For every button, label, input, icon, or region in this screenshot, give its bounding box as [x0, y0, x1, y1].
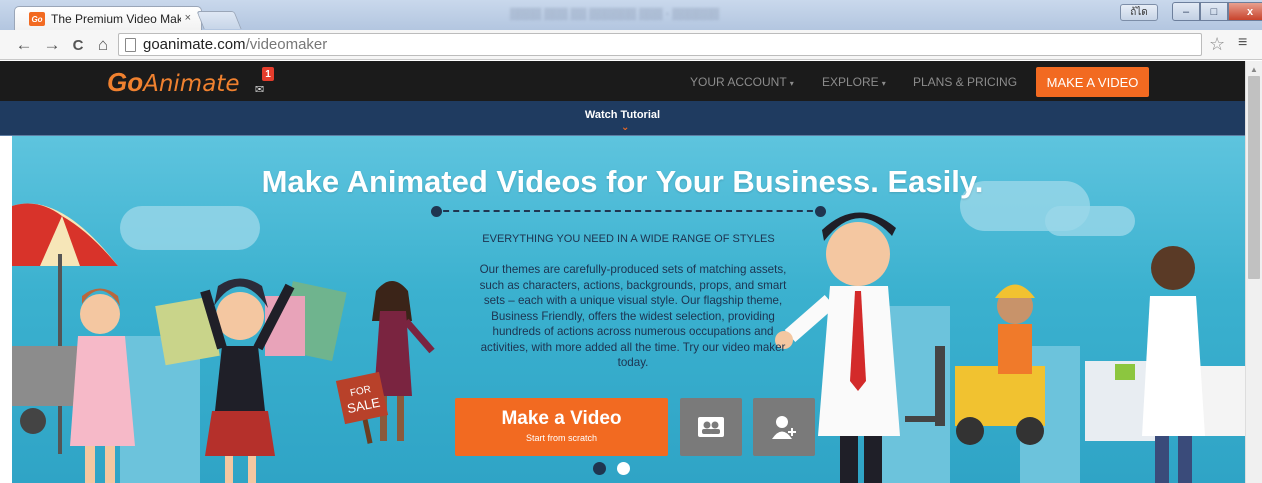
profile-button[interactable]: ถ้ได: [1120, 4, 1158, 21]
minimize-button[interactable]: –: [1172, 2, 1200, 21]
browser-toolbar: ← → C ⌂ goanimate.com/videomaker ☆ ≡: [0, 30, 1262, 60]
nav-explore[interactable]: EXPLORE ▾: [822, 75, 886, 89]
divider-dot: [815, 206, 826, 217]
carousel-dot-1[interactable]: [593, 462, 606, 475]
contacts-icon: [698, 417, 724, 437]
realtor-illustration: FOR SALE: [335, 281, 435, 444]
add-character-button[interactable]: [753, 398, 815, 456]
contacts-button[interactable]: [680, 398, 742, 456]
browser-menu-icon[interactable]: ≡: [1238, 34, 1247, 52]
close-window-button[interactable]: x: [1228, 2, 1262, 21]
make-a-video-nav-button[interactable]: MAKE A VIDEO: [1036, 67, 1149, 97]
page-icon: [125, 38, 136, 52]
reload-button[interactable]: C: [68, 35, 88, 55]
site-navigation: GoAnimate ✉ 1 YOUR ACCOUNT ▾ EXPLORE ▾ PLA…: [0, 61, 1245, 101]
woman-illustration: [70, 288, 135, 483]
browser-title-bar: Go The Premium Video Make × ▒▒▒▒ ▒▒▒ ▒▒ …: [0, 0, 1262, 31]
scroll-thumb[interactable]: [1248, 76, 1260, 279]
divider-dot: [431, 206, 442, 217]
notification-badge[interactable]: 1: [262, 67, 274, 81]
hero-banner: FOR SALE Make Animated Videos for Your B…: [0, 136, 1245, 483]
tab-close-icon[interactable]: ×: [185, 12, 191, 24]
make-a-video-button[interactable]: Make a Video Start from scratch: [455, 398, 668, 456]
forward-button[interactable]: →: [42, 35, 62, 55]
tutorial-bar[interactable]: Watch Tutorial ⌄: [0, 101, 1245, 136]
url-domain: goanimate.com: [143, 36, 246, 53]
address-bar[interactable]: goanimate.com/videomaker: [118, 33, 1202, 56]
new-tab-button[interactable]: [196, 11, 242, 29]
hero-title: Make Animated Videos for Your Business. …: [261, 164, 984, 199]
shopper-illustration: [155, 278, 347, 483]
maximize-button[interactable]: □: [1200, 2, 1228, 21]
hero-description: Our themes are carefully-produced sets o…: [479, 263, 787, 369]
bookmark-star-icon[interactable]: ☆: [1209, 34, 1225, 55]
page-scrollbar[interactable]: ▲: [1245, 61, 1262, 483]
back-button[interactable]: ←: [14, 35, 34, 55]
forklift-illustration: [905, 284, 1045, 445]
carousel-dot-2[interactable]: [617, 462, 630, 475]
window-controls: – □ x: [1172, 2, 1262, 21]
window-title: ▒▒▒▒ ▒▒▒ ▒▒ ▒▒▒▒▒▒ ▒▒▒ · ▒▒▒▒▒▒: [510, 8, 720, 20]
goanimate-logo[interactable]: GoAnimate: [107, 67, 239, 98]
mail-icon[interactable]: ✉: [255, 83, 264, 96]
hero-subtitle: EVERYTHING YOU NEED IN A WIDE RANGE OF S…: [482, 233, 775, 245]
browser-tab-active[interactable]: Go The Premium Video Make ×: [14, 6, 202, 31]
url-path: /videomaker: [245, 36, 328, 53]
scroll-up-arrow-icon[interactable]: ▲: [1250, 65, 1258, 74]
nav-your-account[interactable]: YOUR ACCOUNT ▾: [690, 75, 794, 89]
goanimate-favicon-icon: Go: [29, 12, 45, 26]
add-user-icon: [772, 416, 796, 439]
home-button[interactable]: ⌂: [93, 35, 113, 55]
chevron-down-icon: ▾: [881, 79, 886, 88]
tab-title: The Premium Video Make: [51, 12, 181, 26]
watch-tutorial-link[interactable]: Watch Tutorial: [0, 109, 1245, 121]
chevron-down-icon: ⌄: [621, 122, 630, 133]
chevron-down-icon: ▾: [789, 79, 794, 88]
cart-illustration: [12, 346, 82, 406]
nav-plans-pricing[interactable]: PLANS & PRICING: [913, 75, 1017, 89]
doctor-illustration: [1085, 246, 1245, 483]
hero-divider: [433, 210, 823, 212]
